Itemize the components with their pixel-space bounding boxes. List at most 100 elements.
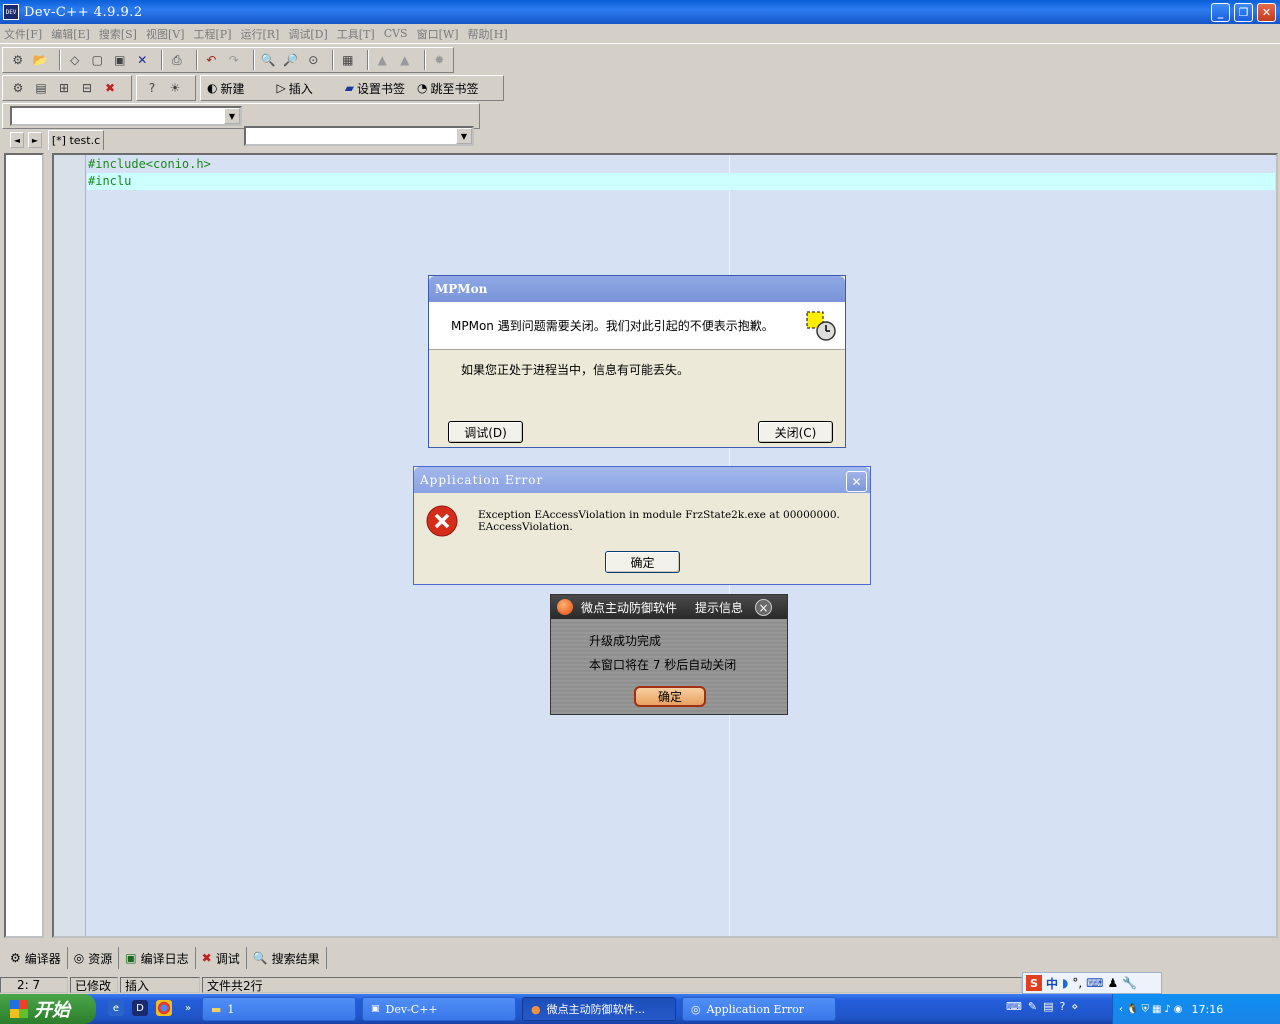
menu-search[interactable]: 搜索[S] (99, 26, 137, 42)
network-icon[interactable]: ▦ (1152, 1004, 1161, 1015)
project-toolbar: ⚙ ▤ ⊞ ⊟ ✖ (2, 75, 132, 101)
menu-project[interactable]: 工程[P] (194, 26, 232, 42)
set-bookmark-button[interactable]: ▰ 设置书签 (345, 80, 405, 97)
code-line[interactable]: #include<conio.h> (88, 156, 211, 173)
chevron-down-icon[interactable]: ▼ (224, 108, 240, 124)
run-icon[interactable]: ▲ (396, 51, 414, 69)
debug-icon[interactable]: ✹ (431, 51, 449, 69)
pen-tray-icon[interactable]: ✎ (1028, 1000, 1037, 1013)
menu-bar: 文件[F] 编辑[E] 搜索[S] 视图[V] 工程[P] 运行[R] 调试[D… (0, 24, 1280, 44)
member-combo[interactable]: ▼ (244, 126, 474, 146)
save-icon[interactable]: ▢ (89, 51, 107, 69)
menu-debug[interactable]: 调试[D] (288, 26, 327, 42)
compile-icon[interactable]: ▲ (374, 51, 392, 69)
options-tray-icon[interactable]: ⋄ (1071, 1000, 1078, 1013)
keyboard-tray-icon[interactable]: ⌨ (1006, 1000, 1022, 1013)
open-folder-icon[interactable]: 📂 (32, 51, 50, 69)
dev-cpp-quick-icon[interactable]: D (132, 1000, 148, 1016)
help-toolbar: ? ☀ (136, 75, 196, 101)
help-tray-icon[interactable]: ? (1060, 1000, 1066, 1013)
close-file-icon[interactable]: ✕ (134, 51, 152, 69)
new-file-icon[interactable]: ◇ (66, 51, 84, 69)
task-application-error[interactable]: ◎ Application Error (682, 997, 836, 1021)
sogou-icon[interactable]: S (1026, 975, 1042, 991)
open-project-icon[interactable]: ⚙ (9, 51, 27, 69)
new-label: 新建 (220, 81, 245, 96)
skin-icon[interactable]: ♟ (1108, 976, 1119, 990)
tab-compile-log[interactable]: ▣ 编译日志 (119, 947, 196, 969)
save-all-icon[interactable]: ▣ (111, 51, 129, 69)
menu-tools[interactable]: 工具[T] (337, 26, 375, 42)
menu-help[interactable]: 帮助[H] (467, 26, 507, 42)
debug-button[interactable]: 调试(D) (448, 421, 523, 443)
chevron-right-icon[interactable]: » (180, 1000, 196, 1016)
close-icon[interactable]: × (755, 599, 772, 616)
close-button[interactable]: ✕ (1257, 3, 1276, 22)
insert-button[interactable]: ▷ 插入 (277, 80, 313, 97)
menu-cvs[interactable]: CVS (384, 27, 408, 40)
ime-chinese-mode[interactable]: 中 (1046, 975, 1058, 992)
tab-compiler[interactable]: ⚙ 编译器 (4, 947, 68, 969)
shield-icon[interactable]: ⛨ (1141, 1004, 1149, 1015)
help-icon[interactable]: ? (143, 79, 161, 97)
ok-button[interactable]: 确定 (605, 551, 680, 573)
task-explorer-1[interactable]: ▬ 1 (202, 997, 356, 1021)
add-to-project-icon[interactable]: ⊞ (55, 79, 73, 97)
tab-resources[interactable]: ◎ 资源 (68, 947, 120, 969)
keyboard-icon[interactable]: ⌨ (1086, 976, 1103, 990)
menu-edit[interactable]: 编辑[E] (51, 26, 90, 42)
remove-from-project-icon[interactable]: ⊟ (78, 79, 96, 97)
task-weidian[interactable]: ● 微点主动防御软件... (522, 997, 676, 1021)
tab-scroll-right[interactable]: ► (28, 132, 42, 148)
about-icon[interactable]: ☀ (166, 79, 184, 97)
goto-line-icon[interactable]: ▦ (339, 51, 357, 69)
weidian-ok-button[interactable]: 确定 (634, 686, 706, 707)
chevron-down-icon[interactable]: ▼ (456, 128, 472, 144)
new-project-icon[interactable]: ⚙ (9, 79, 27, 97)
class-browser-icon[interactable]: ▤ (32, 79, 50, 97)
volume-icon[interactable]: ♪ (1164, 1004, 1170, 1015)
ime-tray-icon[interactable]: ▤ (1043, 1000, 1053, 1013)
tray-expand-icon[interactable]: ‹ (1119, 1004, 1123, 1015)
task-dev-cpp[interactable]: ▣ Dev-C++ (362, 997, 516, 1021)
ime-bar[interactable]: S 中 ◗ °, ⌨ ♟ 🔧 (1022, 972, 1162, 994)
ie-icon[interactable]: e (108, 1000, 124, 1016)
tab-debug[interactable]: ✖ 调试 (196, 947, 247, 969)
task-dev-cpp-label: Dev-C++ (385, 1002, 438, 1016)
code-line[interactable]: #inclu (88, 173, 131, 190)
find-next-icon[interactable]: ⊙ (305, 51, 323, 69)
tab-test-c[interactable]: [*] test.c (48, 130, 104, 150)
project-panel[interactable] (4, 153, 44, 938)
wrench-icon[interactable]: 🔧 (1122, 976, 1137, 990)
weidian-logo-icon (557, 599, 573, 615)
project-options-icon[interactable]: ✖ (101, 79, 119, 97)
new-button[interactable]: ◐ 新建 (207, 80, 245, 97)
punctuation-icon[interactable]: °, (1072, 976, 1082, 990)
replace-icon[interactable]: 🔎 (282, 51, 300, 69)
menu-run[interactable]: 运行[R] (240, 26, 279, 42)
antivirus-icon[interactable]: ◉ (1174, 1004, 1183, 1015)
toolbar-separator (252, 50, 255, 70)
search-results-icon: 🔍 (252, 951, 268, 965)
menu-view[interactable]: 视图[V] (146, 26, 185, 42)
goto-bookmark-button[interactable]: ◔ 跳至书签 (417, 80, 479, 97)
close-icon[interactable]: ✕ (846, 471, 867, 492)
tab-search-results[interactable]: 🔍 搜索结果 (247, 947, 327, 969)
menu-file[interactable]: 文件[F] (4, 26, 42, 42)
application-error-dialog: Application Error ✕ Exception EAccessVio… (413, 466, 871, 585)
class-combo[interactable]: ▼ (10, 106, 242, 126)
menu-window[interactable]: 窗口[W] (417, 26, 459, 42)
mpmon-close-button[interactable]: 关闭(C) (758, 421, 833, 443)
qq-icon[interactable]: 🐧 (1126, 1004, 1138, 1015)
start-button[interactable]: 开始 (0, 994, 96, 1024)
chrome-icon[interactable] (156, 1000, 172, 1016)
undo-icon[interactable]: ↶ (203, 51, 221, 69)
half-width-icon[interactable]: ◗ (1062, 976, 1068, 990)
minimize-button[interactable]: _ (1211, 3, 1230, 22)
find-icon[interactable]: 🔍 (260, 51, 278, 69)
print-icon[interactable]: ⎙ (168, 51, 186, 69)
tab-scroll-left[interactable]: ◄ (10, 132, 24, 148)
restore-button[interactable]: ❐ (1234, 3, 1253, 22)
tab-compile-log-label: 编译日志 (140, 951, 189, 966)
redo-icon[interactable]: ↷ (225, 51, 243, 69)
